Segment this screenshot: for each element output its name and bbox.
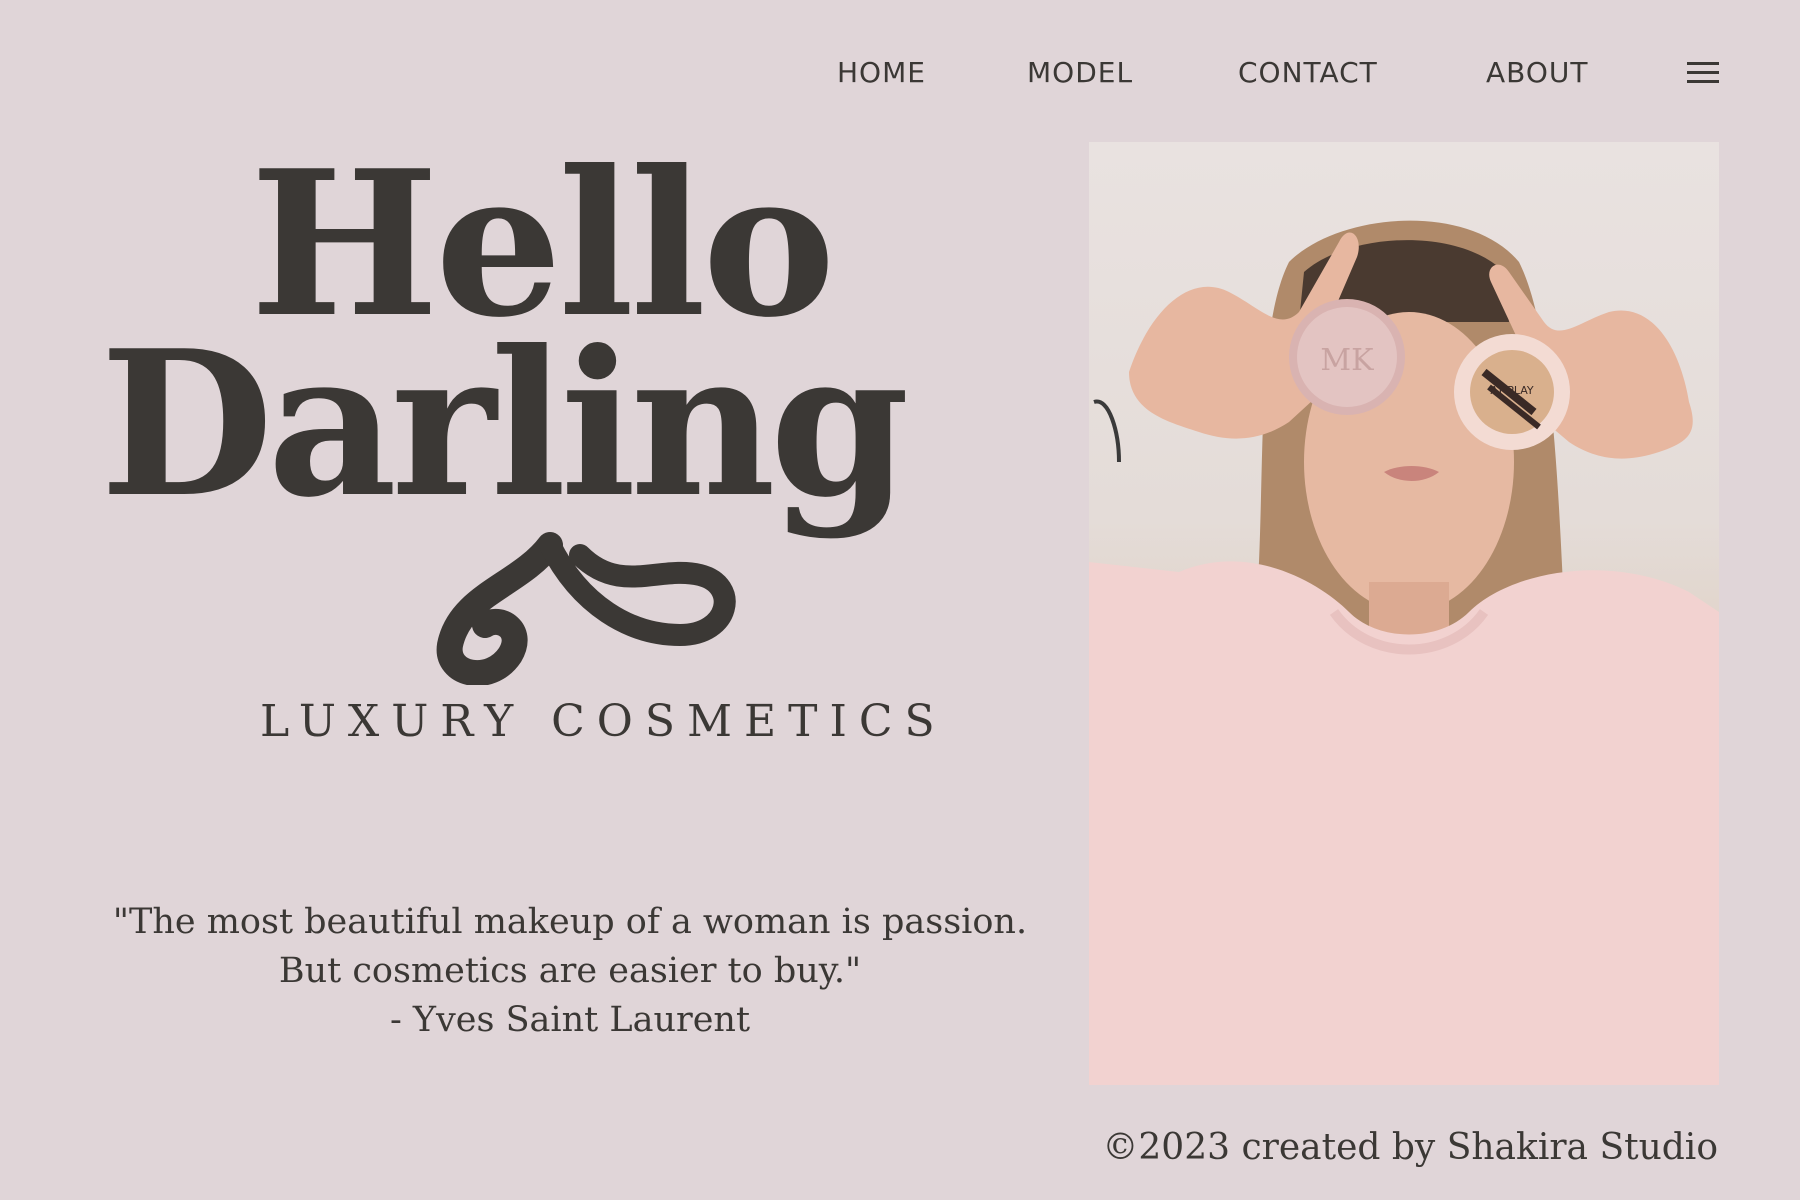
nav-contact-link[interactable]: CONTACT xyxy=(1238,56,1378,90)
quote-line-2: But cosmetics are easier to buy." xyxy=(278,951,862,991)
model-photo: MK AT PLAY xyxy=(1089,142,1719,1085)
compact-left-label: MK xyxy=(1320,343,1374,378)
menu-icon-bar xyxy=(1687,80,1719,83)
quote-block: "The most beautiful makeup of a woman is… xyxy=(90,898,1050,1045)
hero-title: Hello Darling xyxy=(100,145,1050,685)
quote-line-1: "The most beautiful makeup of a woman is… xyxy=(112,902,1028,942)
brand-subtitle: LUXURY COSMETICS xyxy=(260,696,947,747)
nav-home-link[interactable]: HOME xyxy=(837,56,926,90)
menu-icon-bar xyxy=(1687,62,1719,65)
title-flourish-decoration xyxy=(436,532,736,685)
compact-right-label: AT PLAY xyxy=(1490,384,1534,397)
hero-title-line-2: Darling xyxy=(100,307,910,542)
nav-model-link[interactable]: MODEL xyxy=(1027,56,1133,90)
model-photo-illustration: MK AT PLAY xyxy=(1089,220,1719,1085)
menu-icon-bar xyxy=(1687,71,1719,74)
hamburger-menu-icon[interactable] xyxy=(1687,62,1719,84)
quote-author: - Yves Saint Laurent xyxy=(389,1000,751,1040)
footer-copyright: ©2023 created by Shakira Studio xyxy=(1102,1127,1718,1168)
main-nav: HOME MODEL CONTACT ABOUT xyxy=(820,50,1720,96)
nav-about-link[interactable]: ABOUT xyxy=(1486,56,1589,90)
